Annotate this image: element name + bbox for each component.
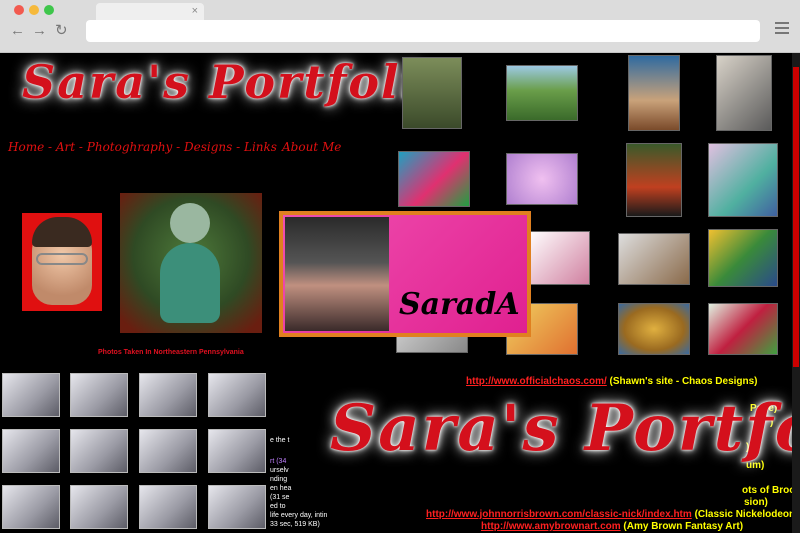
link-url[interactable]: http://www.officialchaos.com/ bbox=[466, 376, 607, 387]
gallery-thumbnail[interactable] bbox=[618, 303, 690, 355]
photos-caption: Photos Taken In Northeastern Pennsylvani… bbox=[98, 349, 244, 356]
gallery-thumbnail[interactable] bbox=[708, 143, 778, 217]
menu-icon[interactable] bbox=[775, 22, 789, 36]
link-description: (Shawn's site - Chaos Designs) bbox=[609, 376, 758, 387]
close-window-button[interactable] bbox=[14, 5, 24, 15]
clip-line: (31 se bbox=[270, 494, 290, 501]
site-logo[interactable]: Sara's Portfolio bbox=[22, 55, 453, 109]
clip-line: 33 sec, 519 KB) bbox=[270, 521, 320, 528]
thumbnail-photo[interactable] bbox=[208, 373, 266, 417]
clip-line: ed to bbox=[270, 503, 286, 510]
thumbnail-photo[interactable] bbox=[139, 373, 197, 417]
about-me-link[interactable]: About Me bbox=[282, 140, 341, 154]
gallery-thumbnail[interactable] bbox=[708, 229, 778, 287]
thumbnail-photo[interactable] bbox=[208, 485, 266, 529]
gallery-thumbnail[interactable] bbox=[528, 231, 590, 285]
link-description: (Classic Nickelodeon bbox=[694, 509, 796, 520]
fairy-artwork[interactable] bbox=[120, 193, 262, 333]
gallery-thumbnail[interactable] bbox=[618, 233, 690, 285]
gallery-thumbnail[interactable] bbox=[708, 303, 778, 355]
reload-icon[interactable]: ↻ bbox=[55, 22, 68, 40]
address-bar[interactable] bbox=[86, 20, 760, 42]
gallery-thumbnail[interactable] bbox=[626, 143, 682, 217]
link-url[interactable]: http://www.amybrownart.com bbox=[481, 521, 621, 532]
clip-line: e the t bbox=[270, 437, 290, 444]
link-url[interactable]: http://www.johnnorrisbrown.com/classic-n… bbox=[426, 509, 692, 520]
gallery-thumbnail[interactable] bbox=[506, 65, 578, 121]
gallery-thumbnail[interactable] bbox=[628, 55, 680, 131]
clip-line: life every day, intin bbox=[270, 512, 328, 519]
gallery-thumbnail[interactable] bbox=[398, 151, 470, 207]
thumbnail-photo[interactable] bbox=[2, 373, 60, 417]
featured-sarada-image[interactable]: SaradA bbox=[279, 211, 531, 337]
gallery-thumbnail[interactable] bbox=[506, 153, 578, 205]
clip-line: en hea bbox=[270, 485, 292, 492]
thumbnail-photo[interactable] bbox=[70, 485, 128, 529]
close-icon[interactable]: × bbox=[192, 4, 198, 18]
thumbnail-photo[interactable] bbox=[2, 485, 60, 529]
link-fragment: sion) bbox=[744, 497, 768, 508]
thumbnail-photo[interactable] bbox=[139, 429, 197, 473]
clip-text-block: rt (34 urselv nding en hea (31 se ed to … bbox=[270, 457, 340, 529]
thumbnail-photo[interactable] bbox=[208, 429, 266, 473]
site-logo-large: Sara's Portfolio bbox=[330, 391, 800, 466]
link-item: http://www.amybrownart.com (Amy Brown Fa… bbox=[481, 521, 743, 532]
thumbnail-photo[interactable] bbox=[139, 485, 197, 529]
link-item: http://www.johnnorrisbrown.com/classic-n… bbox=[426, 509, 795, 520]
minimize-window-button[interactable] bbox=[29, 5, 39, 15]
clip-text: e the t bbox=[270, 436, 330, 445]
clip-line: nding bbox=[270, 476, 288, 483]
sarada-caption: SaradA bbox=[399, 287, 520, 322]
link-description: (Amy Brown Fantasy Art) bbox=[623, 521, 744, 532]
portrait-photo[interactable] bbox=[22, 213, 102, 311]
gallery-thumbnail[interactable] bbox=[716, 55, 772, 131]
browser-chrome: × ← → ↻ bbox=[0, 0, 800, 53]
main-nav-links[interactable]: Home - Art - Photoghraphy - Designs - Li… bbox=[8, 140, 277, 154]
browser-tab[interactable]: × bbox=[96, 3, 204, 20]
back-arrow-icon[interactable]: ← bbox=[10, 22, 25, 40]
link-description: sion) bbox=[744, 497, 768, 508]
thumbnail-photo[interactable] bbox=[70, 429, 128, 473]
web-page: Sara's Portfolio Home - Art - Photoghrap… bbox=[0, 53, 800, 533]
forward-arrow-icon[interactable]: → bbox=[32, 22, 47, 40]
page-scrollbar[interactable] bbox=[792, 53, 800, 533]
thumbnail-photo[interactable] bbox=[70, 373, 128, 417]
link-item: http://www.officialchaos.com/ (Shawn's s… bbox=[466, 376, 758, 387]
scrollbar-thumb[interactable] bbox=[793, 67, 799, 367]
gallery-thumbnail[interactable] bbox=[402, 57, 462, 129]
clip-line: urselv bbox=[270, 467, 289, 474]
thumbnail-photo[interactable] bbox=[2, 429, 60, 473]
maximize-window-button[interactable] bbox=[44, 5, 54, 15]
